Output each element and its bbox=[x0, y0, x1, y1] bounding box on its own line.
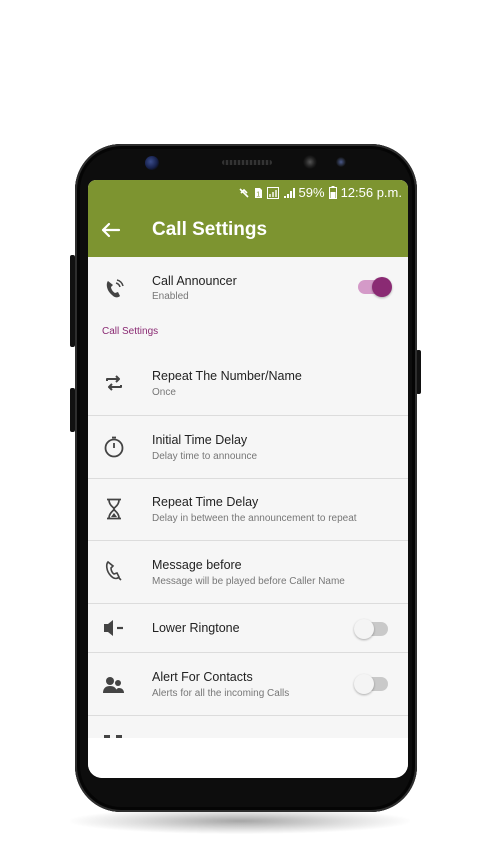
settings-list: Call Announcer Enabled Call Settings Rep… bbox=[88, 257, 408, 716]
selfie-camera bbox=[303, 155, 317, 169]
call-announcer-toggle[interactable] bbox=[358, 277, 392, 297]
call-announcer-subtitle: Enabled bbox=[152, 291, 189, 302]
svg-text:1: 1 bbox=[256, 191, 260, 198]
volume-down-icon bbox=[104, 620, 123, 636]
battery-icon bbox=[328, 186, 337, 199]
screen-bottom-area bbox=[88, 738, 408, 778]
signal-strength-icon bbox=[283, 187, 295, 198]
toggle-knob bbox=[372, 277, 392, 297]
repeat-delay-title: Repeat Time Delay bbox=[152, 495, 259, 509]
battery-percent: 59% bbox=[298, 185, 325, 200]
status-bar: 1 59% 12:56 p.m. bbox=[88, 180, 408, 205]
alert-contacts-title: Alert For Contacts bbox=[152, 670, 253, 684]
repeat-delay-subtitle: Delay in between the announcement to rep… bbox=[152, 513, 357, 524]
toggle-knob bbox=[354, 619, 374, 639]
message-before-row[interactable]: Message before Message will be played be… bbox=[88, 541, 408, 604]
contacts-icon bbox=[103, 677, 124, 693]
message-before-title: Message before bbox=[152, 558, 242, 572]
repeat-number-subtitle: Once bbox=[152, 387, 176, 398]
repeat-number-row[interactable]: Repeat The Number/Name Once bbox=[88, 351, 408, 416]
initial-delay-title: Initial Time Delay bbox=[152, 433, 248, 447]
status-time: 12:56 p.m. bbox=[340, 185, 402, 200]
message-before-subtitle: Message will be played before Caller Nam… bbox=[152, 576, 345, 587]
repeat-number-title: Repeat The Number/Name bbox=[152, 369, 302, 383]
front-camera bbox=[145, 156, 159, 170]
arrow-back-glyph bbox=[101, 222, 121, 238]
repeat-icon bbox=[106, 375, 122, 391]
lower-ringtone-toggle[interactable] bbox=[354, 619, 388, 639]
lower-ringtone-row[interactable]: Lower Ringtone bbox=[88, 604, 408, 653]
initial-delay-subtitle: Delay time to announce bbox=[152, 451, 258, 462]
alert-contacts-row[interactable]: Alert For Contacts Alerts for all the in… bbox=[88, 653, 408, 716]
call-announcer-title: Call Announcer bbox=[152, 274, 237, 288]
hourglass-icon bbox=[107, 498, 121, 520]
phone-message-icon bbox=[105, 560, 122, 581]
sensor bbox=[336, 157, 346, 167]
app-bar: Call Settings bbox=[88, 205, 408, 257]
section-header-label: Call Settings bbox=[102, 326, 159, 337]
stopwatch-icon bbox=[104, 436, 124, 458]
toggle-knob bbox=[354, 674, 374, 694]
earpiece-speaker bbox=[222, 160, 272, 165]
initial-delay-row[interactable]: Initial Time Delay Delay time to announc… bbox=[88, 416, 408, 479]
mute-icon bbox=[238, 187, 249, 198]
arrow-back-icon[interactable] bbox=[100, 217, 124, 243]
phone-ringing-icon bbox=[106, 279, 124, 298]
alert-contacts-toggle[interactable] bbox=[354, 674, 388, 694]
sim-icon: 1 bbox=[254, 187, 262, 198]
signal-box-icon bbox=[266, 186, 279, 199]
phone-screen: 1 59% 12:56 p.m. Call Settings Call Anno… bbox=[88, 180, 408, 778]
page-title: Call Settings bbox=[152, 219, 268, 240]
section-header: Call Settings bbox=[88, 313, 408, 351]
repeat-delay-row[interactable]: Repeat Time Delay Delay in between the a… bbox=[88, 479, 408, 541]
alert-contacts-subtitle: Alerts for all the incoming Calls bbox=[152, 688, 290, 699]
lower-ringtone-title: Lower Ringtone bbox=[152, 621, 240, 635]
call-announcer-row[interactable]: Call Announcer Enabled bbox=[88, 257, 408, 313]
